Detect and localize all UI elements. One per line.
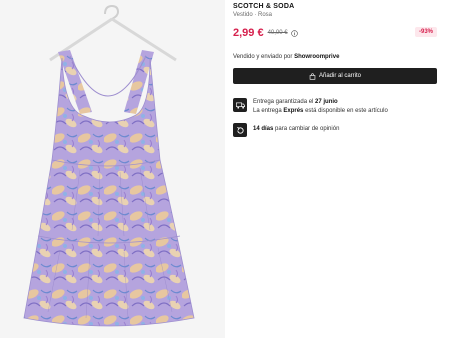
discount-badge: -93%	[414, 27, 437, 37]
original-price: 40,00 €	[267, 30, 288, 36]
returns-icon-box	[233, 123, 247, 137]
delivery-icon-box	[233, 98, 247, 112]
express-suffix: está disponible en este artículo	[305, 108, 388, 114]
seller-prefix: Vendido y enviado por	[233, 54, 293, 60]
product-image[interactable]	[0, 0, 225, 338]
product-subtitle: Vestido · Rosa	[233, 12, 273, 18]
brand-name[interactable]: SCOTCH & SODA	[233, 3, 294, 10]
bag-icon	[309, 72, 316, 80]
guarantee-date: 27 junio	[315, 99, 338, 105]
guarantee-prefix: Entrega garantizada el	[253, 99, 314, 105]
add-to-cart-button[interactable]: Añadir al carrito	[233, 68, 437, 84]
express-prefix: La entrega	[253, 108, 282, 114]
returns-description: para cambiar de opinión	[275, 126, 340, 132]
seller-name[interactable]: Showroomprive	[294, 54, 339, 60]
return-icon	[236, 126, 244, 134]
returns-days: 14 días	[253, 126, 274, 132]
add-to-cart-label: Añadir al carrito	[318, 73, 362, 79]
dress-illustration	[23, 4, 195, 327]
current-price: 2,99 €	[233, 27, 264, 39]
seller-line: Vendido y enviado por Showroomprive	[233, 54, 339, 60]
express-word: Exprés	[283, 108, 304, 114]
product-page: SCOTCH & SODA Vestido · Rosa 2,99 € 40,0…	[0, 0, 475, 338]
truck-icon	[235, 102, 245, 109]
info-icon[interactable]	[290, 29, 298, 37]
returns-info: 14 días para cambiar de opinión	[233, 123, 339, 137]
delivery-text: Entrega garantizada el 27 junio La entre…	[253, 98, 388, 116]
price-row: 2,99 € 40,00 € -93%	[233, 26, 437, 40]
returns-text: 14 días para cambiar de opinión	[253, 125, 339, 134]
delivery-info: Entrega garantizada el 27 junio La entre…	[233, 98, 388, 116]
